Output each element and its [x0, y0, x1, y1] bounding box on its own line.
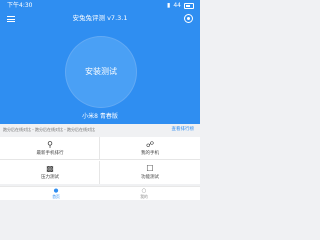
device-model: 小米8 青春版: [82, 113, 118, 120]
tile-label: 压力测试: [41, 175, 59, 180]
signal-icon: ▮: [167, 2, 171, 9]
status-time: 下午4:30: [7, 2, 33, 9]
settings-icon[interactable]: [184, 14, 193, 23]
status-icons: ▮ 44: [167, 0, 194, 11]
tile-function-test[interactable]: ☐ 功能测试: [100, 161, 200, 184]
tab-label: 我的: [140, 194, 148, 199]
tile-my-phone[interactable]: ☍ 我的手机: [100, 137, 200, 160]
tile-stress-test[interactable]: ▩ 压力测试: [0, 161, 100, 184]
strip-text: 跑分后在线对比 - 跑分后在线对比 - 跑分后在线对比: [3, 127, 95, 132]
header-panel: 下午4:30 ▮ 44 安兔兔评测 v7.3.1 安装测试 小米8 青春版: [0, 0, 200, 124]
phone-icon: ☍: [145, 140, 155, 149]
tab-label: 首页: [52, 194, 60, 199]
start-test-button[interactable]: 安装测试: [66, 37, 136, 107]
stress-icon: ▩: [46, 164, 54, 173]
app-title: 安兔兔评测 v7.3.1: [72, 14, 128, 22]
tile-label: 功能测试: [141, 175, 159, 180]
status-bar: 下午4:30 ▮ 44: [0, 0, 200, 11]
info-strip: 跑分后在线对比 - 跑分后在线对比 - 跑分后在线对比 查看排行榜: [0, 124, 200, 136]
tile-ranking[interactable]: ⚲ 最新手机排行: [0, 137, 100, 160]
test-icon: ☐: [146, 164, 154, 173]
bottom-tab-bar: ● 首页 ○ 我的: [0, 186, 200, 200]
tab-home[interactable]: ● 首页: [46, 188, 66, 200]
battery-icon: [184, 2, 194, 9]
search-icon: ⚲: [47, 140, 53, 149]
battery-level: 44: [173, 2, 181, 9]
tile-label: 我的手机: [141, 151, 159, 156]
ranking-link[interactable]: 查看排行榜: [172, 124, 195, 136]
tab-mine[interactable]: ○ 我的: [134, 188, 154, 200]
feature-grid: ⚲ 最新手机排行 ☍ 我的手机 ▩ 压力测试 ☐ 功能测试: [0, 137, 200, 184]
tile-label: 最新手机排行: [36, 151, 64, 156]
